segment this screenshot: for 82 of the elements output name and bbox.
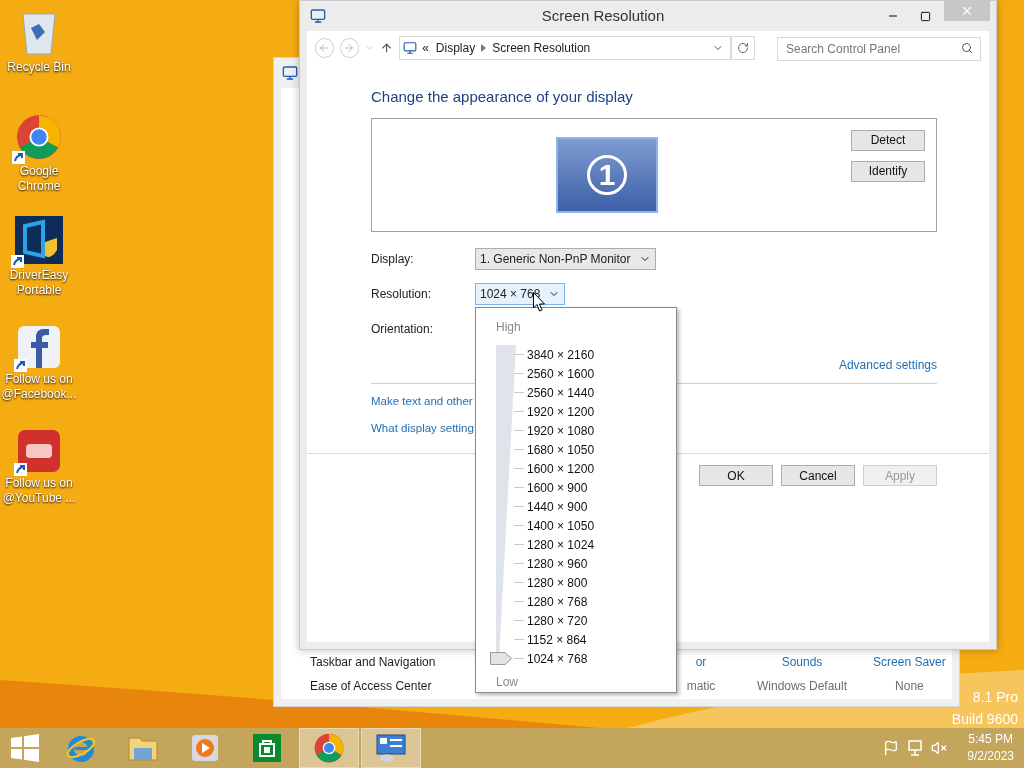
resolution-option[interactable]: 1280 × 768: [527, 592, 588, 611]
youtube-icon: [18, 430, 60, 472]
resolution-option[interactable]: 1280 × 960: [527, 554, 588, 573]
monitor-button[interactable]: Detect: [851, 129, 925, 151]
recycle-bin-icon: [21, 10, 57, 56]
page-heading: Change the appearance of your display: [371, 87, 634, 107]
resolution-option[interactable]: 1152 × 864: [527, 630, 587, 649]
setting-value: Windows Default: [757, 678, 848, 695]
taskbar-app[interactable]: [361, 728, 421, 768]
shortcut-arrow-icon: [11, 255, 24, 268]
edition-text: 8.1 Pro: [972, 688, 1018, 707]
shortcut-arrow-icon: [12, 151, 25, 164]
resolution-option[interactable]: 2560 × 1440: [527, 383, 595, 402]
setting-value: None: [895, 678, 924, 695]
field-label: Display:: [371, 250, 415, 268]
monitor-icon: [282, 65, 298, 81]
dropdown-field[interactable]: 1. Generic Non-PnP Monitor: [475, 247, 656, 270]
media-player-icon: [192, 735, 218, 761]
help-link[interactable]: Make text and other: [371, 392, 473, 410]
field-label: Resolution:: [371, 285, 433, 303]
volume-muted-icon[interactable]: [931, 740, 948, 756]
setting-value: matic: [686, 678, 716, 695]
store-bag-icon: [253, 734, 281, 762]
resolution-option[interactable]: 1600 × 1200: [527, 459, 595, 478]
low-label: Low: [496, 674, 519, 691]
refresh-button[interactable]: [730, 36, 755, 60]
back-arrow-icon: [318, 42, 331, 54]
help-link[interactable]: What display setting: [371, 419, 474, 437]
monitor-button[interactable]: Identify: [851, 160, 925, 182]
resolution-option[interactable]: 1600 × 900: [527, 478, 588, 497]
resolution-option[interactable]: 1400 × 1050: [527, 516, 595, 535]
resolution-option[interactable]: 1680 × 1050: [527, 440, 595, 459]
resolution-option[interactable]: 1280 × 800: [527, 573, 588, 592]
breadcrumb-item[interactable]: Display: [435, 39, 476, 57]
resolution-option[interactable]: 1280 × 1024: [527, 535, 595, 554]
resolution-option[interactable]: 1280 × 720: [527, 611, 588, 630]
browser-e-icon: [65, 733, 97, 763]
setting-link[interactable]: Sounds: [781, 653, 823, 671]
setting-link[interactable]: Screen Saver: [873, 653, 946, 671]
monitor-icon: [310, 8, 326, 24]
resolution-option[interactable]: 3840 × 2160: [527, 345, 595, 364]
resolution-option[interactable]: 1920 × 1200: [527, 402, 595, 421]
up-button[interactable]: [380, 41, 394, 55]
breadcrumb-arrow-icon: [481, 44, 487, 52]
resolution-option[interactable]: 2560 × 1600: [527, 364, 595, 383]
setting-link[interactable]: or: [695, 653, 707, 671]
taskbar-app[interactable]: [299, 728, 359, 768]
resolution-option[interactable]: 1024 × 768: [527, 649, 588, 668]
facebook-icon: [18, 326, 60, 368]
chrome-icon: [16, 114, 62, 160]
slider-thumb[interactable]: [490, 652, 512, 665]
close-icon: [960, 4, 974, 18]
shield-app-icon: [15, 216, 63, 264]
forward-arrow-icon: [343, 42, 356, 54]
edition-text: Build 9600: [951, 710, 1018, 729]
advanced-settings-link[interactable]: Advanced settings: [838, 355, 937, 374]
monitor-number: 1: [587, 154, 627, 195]
window-title: Screen Resolution: [540, 5, 666, 26]
chrome-icon: [314, 733, 344, 763]
resolution-option[interactable]: 1920 × 1080: [527, 421, 595, 440]
high-label: High: [496, 319, 522, 336]
field-label: Orientation:: [371, 320, 435, 338]
address-bar[interactable]: « Display Screen Resolution: [399, 36, 731, 60]
folder-icon: [128, 734, 158, 762]
search-field[interactable]: Search Control Panel: [777, 37, 981, 61]
control-panel-icon: [376, 734, 406, 762]
dialog-button[interactable]: Cancel: [781, 465, 855, 486]
maximize-icon: [919, 10, 931, 22]
search-icon: [961, 42, 973, 54]
flag-icon[interactable]: [883, 740, 900, 756]
recent-pages-icon[interactable]: [364, 43, 375, 53]
breadcrumb-item[interactable]: Screen Resolution: [492, 39, 591, 57]
close-button[interactable]: [944, 1, 990, 21]
monitor-icon: [403, 41, 418, 55]
resolution-option[interactable]: 1440 × 900: [527, 497, 588, 516]
breadcrumb-overflow[interactable]: «: [422, 39, 429, 57]
shortcut-arrow-icon: [14, 463, 27, 476]
refresh-icon: [736, 42, 749, 54]
dialog-button[interactable]: OK: [699, 465, 773, 486]
windows-logo-icon: [11, 734, 39, 762]
monitor-drawing[interactable]: 1: [556, 136, 658, 213]
shortcut-arrow-icon: [14, 359, 27, 372]
